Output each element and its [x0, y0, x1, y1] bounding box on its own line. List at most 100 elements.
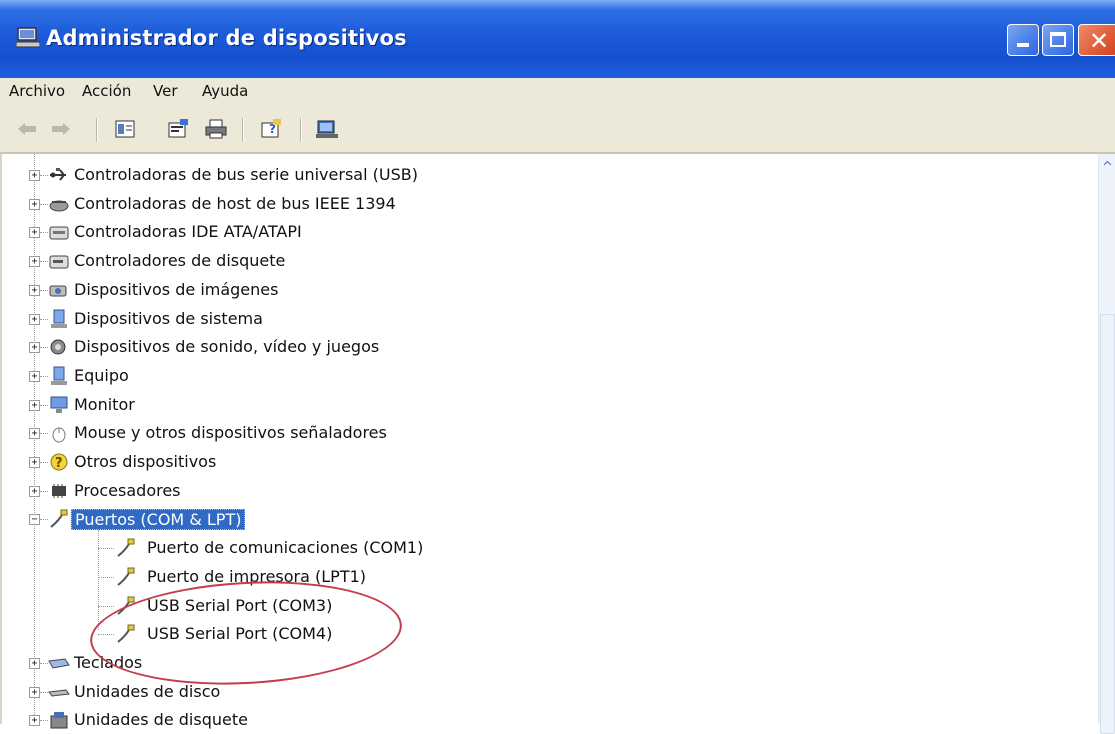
forward-icon[interactable]	[48, 116, 74, 142]
expand-icon[interactable]: +	[29, 485, 40, 497]
close-button[interactable]: ✕	[1078, 24, 1115, 56]
tree-line	[98, 576, 114, 578]
monitor-icon	[48, 395, 70, 415]
tree-item-label: Unidades de disquete	[74, 710, 248, 730]
toolbar-separator	[96, 118, 98, 142]
tree-category-item[interactable]: + Mouse y otros dispositivos señaladores	[2, 420, 1092, 446]
tree-category-item[interactable]: + Dispositivos de sistema	[2, 306, 1092, 332]
menu-ayuda[interactable]: Ayuda	[202, 82, 248, 100]
floppy-controller-icon	[48, 251, 70, 271]
expand-icon[interactable]: +	[29, 170, 40, 181]
toolbar-separator	[242, 118, 244, 142]
scroll-up-arrow-icon[interactable]: ^	[1099, 160, 1115, 176]
menu-ver[interactable]: Ver	[153, 82, 178, 100]
scan-hardware-icon[interactable]	[314, 116, 340, 142]
tree-item-label: Unidades de disco	[74, 681, 221, 701]
tree-line	[40, 519, 48, 521]
tree-category-item[interactable]: + Dispositivos de imágenes	[2, 277, 1092, 303]
tree-line	[40, 433, 48, 435]
expand-icon[interactable]: +	[29, 457, 40, 468]
expand-icon[interactable]: +	[29, 313, 40, 325]
port-icon	[48, 509, 70, 529]
tree-category-item[interactable]: + Controladoras de host de bus IEEE 1394	[2, 191, 1092, 217]
tree-category-item[interactable]: + Controladoras IDE ATA/ATAPI	[2, 219, 1092, 245]
expand-icon[interactable]: +	[29, 284, 40, 296]
menu-archivo[interactable]: Archivo	[9, 82, 65, 100]
keyboard-icon	[48, 653, 70, 673]
tree-line	[40, 662, 48, 664]
back-icon[interactable]	[14, 116, 40, 142]
tree-category-item[interactable]: + Equipo	[2, 363, 1092, 389]
tree-item-label: Dispositivos de sistema	[74, 308, 263, 328]
title-bar[interactable]: Administrador de dispositivos ✕	[0, 0, 1115, 78]
port-icon	[115, 567, 137, 587]
tree-item-label: Dispositivos de sonido, vídeo y juegos	[74, 337, 380, 357]
tree-item-label: Puerto de comunicaciones (COM1)	[147, 538, 424, 558]
usb-icon	[48, 165, 70, 185]
svg-text:?: ?	[55, 456, 63, 471]
tree-item-label: Controladores de disquete	[74, 251, 286, 271]
system-device-icon	[48, 309, 70, 329]
tree-item-label: Monitor	[74, 394, 135, 414]
vertical-scrollbar[interactable]: ^	[1098, 154, 1115, 734]
view-icon[interactable]	[112, 116, 138, 142]
expand-icon[interactable]: +	[29, 342, 40, 354]
mouse-icon	[48, 423, 70, 443]
toolbar: ?	[0, 108, 1115, 154]
tree-line	[40, 347, 48, 349]
scroll-thumb[interactable]	[1100, 314, 1115, 734]
tree-item-label: Dispositivos de imágenes	[74, 279, 279, 299]
tree-category-item[interactable]: +? Otros dispositivos	[2, 449, 1092, 475]
tree-item-label: Mouse y otros dispositivos señaladores	[74, 423, 387, 443]
tree-item-label: Puertos (COM & LPT)	[71, 509, 246, 531]
maximize-icon	[1050, 32, 1066, 47]
tree-category-item[interactable]: + Unidades de disco	[2, 679, 1092, 705]
minimize-button[interactable]	[1007, 24, 1039, 56]
tree-line	[98, 548, 114, 550]
tree-line	[40, 232, 48, 234]
tree-line	[98, 605, 114, 607]
properties-icon[interactable]	[165, 116, 191, 142]
tree-line	[40, 175, 48, 176]
tree-line	[40, 691, 48, 693]
tree-category-item[interactable]: + Monitor	[2, 392, 1092, 418]
expand-icon[interactable]: +	[29, 428, 40, 440]
processor-icon	[48, 481, 70, 501]
device-manager-icon	[16, 27, 40, 48]
tree-item-label: Controladoras IDE ATA/ATAPI	[74, 222, 302, 242]
expand-icon[interactable]: +	[29, 227, 40, 239]
tree-line	[40, 375, 48, 377]
expand-icon[interactable]: +	[29, 715, 40, 727]
ide-controller-icon	[48, 222, 70, 242]
computer-icon	[48, 366, 70, 386]
print-icon[interactable]	[203, 116, 229, 142]
tree-category-item[interactable]: + Controladores de disquete	[2, 248, 1092, 274]
tree-item-label: Controladoras de bus serie universal (US…	[74, 165, 418, 184]
tree-category-item[interactable]: − Puertos (COM & LPT)	[2, 506, 1092, 532]
tree-child-item[interactable]: Puerto de comunicaciones (COM1)	[2, 535, 1092, 561]
tree-line	[40, 318, 48, 320]
tree-category-item[interactable]: + Procesadores	[2, 478, 1092, 504]
menu-accion[interactable]: Acción	[82, 82, 131, 100]
toolbar-separator	[300, 118, 302, 142]
maximize-button[interactable]	[1042, 24, 1074, 56]
tree-category-item[interactable]: + Unidades de disquete	[2, 707, 1092, 733]
expand-icon[interactable]: +	[29, 657, 40, 669]
tree-item-label: Equipo	[74, 365, 129, 385]
expand-icon[interactable]: +	[29, 399, 40, 411]
tree-category-item[interactable]: + Dispositivos de sonido, vídeo y juegos	[2, 334, 1092, 360]
expand-icon[interactable]: +	[29, 256, 40, 268]
tree-line	[40, 462, 48, 463]
tree-item-label: Procesadores	[74, 480, 181, 500]
expand-icon[interactable]: +	[29, 370, 40, 382]
tree-category-item[interactable]: + Controladoras de bus serie universal (U…	[2, 162, 1092, 188]
tree-item-label: Controladoras de host de bus IEEE 1394	[74, 193, 396, 213]
tree-child-item[interactable]: Puerto de impresora (LPT1)	[2, 564, 1092, 590]
disk-drive-icon	[48, 682, 70, 702]
tree-line	[40, 203, 48, 205]
expand-icon[interactable]: +	[29, 686, 40, 698]
collapse-icon[interactable]: −	[29, 514, 40, 526]
help-icon[interactable]: ?	[258, 116, 284, 142]
minimize-icon	[1017, 43, 1029, 47]
expand-icon[interactable]: +	[29, 198, 40, 210]
